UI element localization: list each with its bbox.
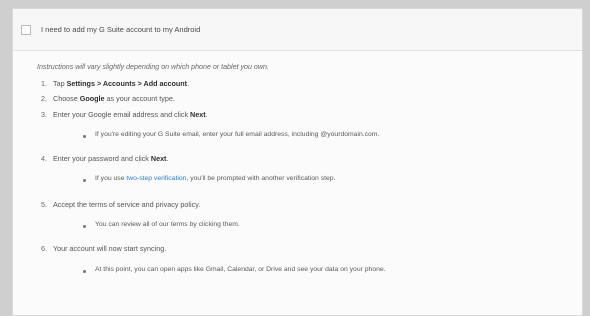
- step-6: 6. Your account will now start syncing.: [37, 244, 582, 254]
- step-5: 5. Accept the terms of service and privac…: [37, 200, 582, 210]
- step-text: Enter your password and click: [53, 153, 151, 163]
- faq-panel: I need to add my G Suite account to my A…: [12, 8, 583, 316]
- step-text: Accept the terms of service and privacy …: [53, 200, 201, 210]
- step-text: .: [187, 79, 190, 88]
- step-text: .: [166, 153, 169, 163]
- step-text: .: [205, 109, 208, 119]
- faq-question-title: I need to add my G Suite account to my A…: [41, 25, 201, 34]
- step-3: 3. Enter your Google email address and cl…: [37, 109, 582, 119]
- step-6-note: At this point, you can open apps like Gm…: [37, 266, 582, 273]
- steps-list: 1. Tap Settings > Accounts > Add account.…: [37, 79, 582, 273]
- instructions-intro: Instructions will vary slightly dependin…: [37, 63, 269, 71]
- step-5-note: You can review all of our terms by click…: [37, 221, 582, 229]
- note-text: , you'll be prompted with another verifi…: [186, 175, 336, 183]
- step-emphasis: Settings > Accounts > Add account: [66, 79, 188, 88]
- checkbox-icon[interactable]: [21, 24, 31, 35]
- step-text: Tap: [53, 79, 67, 88]
- faq-question-header[interactable]: I need to add my G Suite account to my A…: [13, 9, 582, 51]
- step-number: 4.: [41, 153, 47, 163]
- step-number: 5.: [41, 200, 47, 210]
- step-4: 4. Enter your password and click Next.: [37, 153, 582, 163]
- step-1: 1. Tap Settings > Accounts > Add account.: [37, 79, 582, 88]
- step-number: 6.: [41, 244, 47, 254]
- two-step-verification-link[interactable]: two-step verification: [126, 175, 186, 182]
- step-2: 2. Choose Google as your account type.: [37, 94, 582, 104]
- step-3-note: If you're editing your G Suite email, en…: [37, 131, 582, 138]
- note-text: If you use: [95, 175, 127, 183]
- step-emphasis: Next: [150, 153, 167, 163]
- faq-answer: Instructions will vary slightly dependin…: [13, 51, 582, 273]
- step-text: Enter your Google email address and clic…: [53, 109, 191, 119]
- step-number: 1.: [41, 79, 47, 88]
- step-text: Choose: [53, 94, 80, 104]
- step-emphasis: Google: [79, 94, 105, 104]
- step-4-note: If you use two-step verification, you'll…: [37, 175, 582, 183]
- step-emphasis: Next: [190, 109, 206, 119]
- step-number: 2.: [41, 94, 47, 104]
- step-text: as your account type.: [104, 94, 175, 104]
- step-number: 3.: [41, 109, 47, 119]
- step-text: Your account will now start syncing.: [53, 244, 167, 254]
